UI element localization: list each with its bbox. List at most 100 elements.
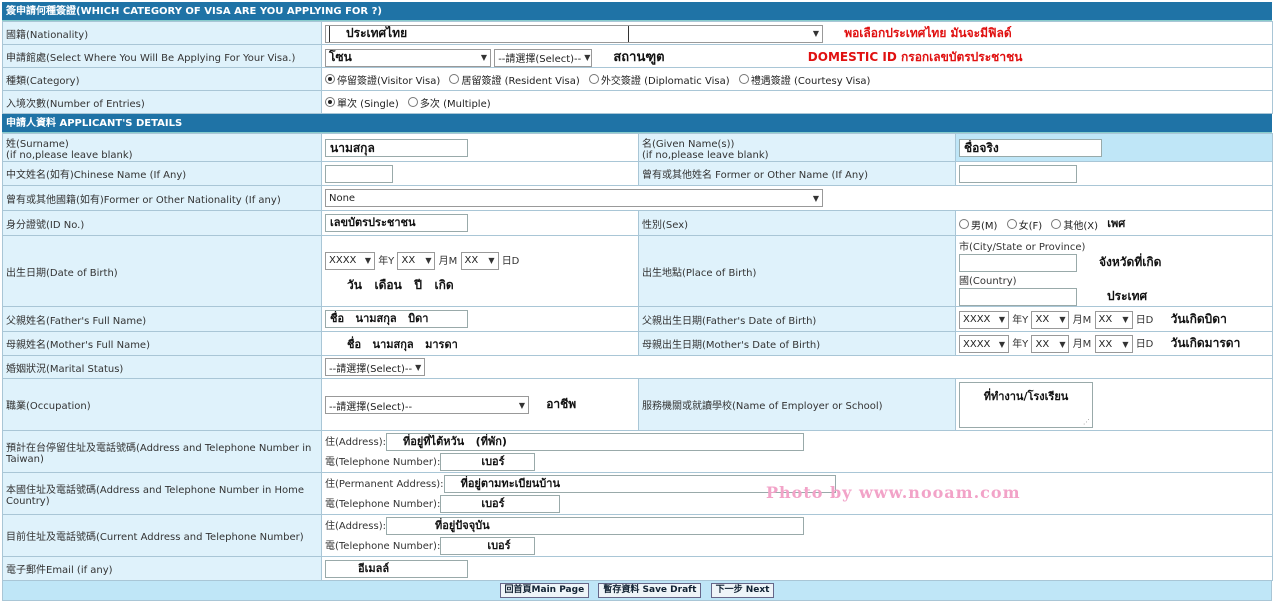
occupation-label: 職業(Occupation) [2, 378, 322, 431]
dob-day-select[interactable]: XX ▼ [460, 251, 499, 270]
surname-input[interactable]: นามสกุล [325, 138, 468, 157]
chevron-down-icon: ▼ [1059, 339, 1066, 349]
nationality-note: พอเลือกประเทศไทย มันจะมีฟิลด์ [844, 25, 1012, 40]
father-name-input[interactable]: ชื่อ นามสกุล บิดา [325, 310, 468, 328]
chinese-name-input[interactable] [325, 164, 393, 183]
email-input[interactable]: อีเมลล์ [325, 559, 468, 578]
entries-label: 入境次數(Number of Entries) [2, 90, 322, 114]
category-label: 種類(Category) [2, 67, 322, 91]
chevron-down-icon: ▼ [1122, 339, 1129, 349]
pob-city-label: 市(City/State or Province) [959, 242, 1086, 253]
current-telephone-input[interactable]: เบอร์ [440, 536, 536, 555]
location-sub-select[interactable]: --請選擇(Select)-- ▼ [494, 48, 593, 67]
pob-city-input[interactable] [959, 254, 1077, 272]
father-dob-year-select[interactable]: XXXX ▼ [959, 310, 1009, 329]
mother-dob-year-select[interactable]: XXXX ▼ [959, 335, 1009, 353]
mother-dob-annotation: วันเกิดมารดา [1170, 336, 1241, 350]
current-addr-label: 目前住址及電話號碼(Current Address and Telephone … [2, 514, 322, 557]
sex-radio-other[interactable] [1051, 219, 1062, 229]
location-annotation: สถานฑูต [613, 49, 665, 65]
mother-name-input[interactable]: ชื่อ นามสกุล มารดา [347, 338, 458, 351]
chevron-down-icon: ▼ [480, 53, 487, 62]
mother-dob-day-select[interactable]: XX ▼ [1094, 335, 1133, 353]
former-nationality-label: 曾有或其他國籍(如有)Former or Other Nationality (… [2, 185, 322, 211]
former-name-input[interactable] [959, 164, 1077, 183]
dob-label: 出生日期(Date of Birth) [2, 235, 322, 307]
chevron-down-icon: ▼ [425, 256, 432, 265]
father-name-label: 父親姓名(Father's Full Name) [2, 306, 322, 332]
chevron-down-icon: ▼ [364, 256, 371, 265]
employer-label: 服務機關或就讀學校(Name of Employer or School) [638, 378, 956, 431]
sex-radio-female[interactable] [1006, 219, 1017, 229]
father-dob-month-select[interactable]: XX ▼ [1031, 310, 1070, 329]
sex-label: 性別(Sex) [638, 210, 956, 236]
occupation-annotation: อาชีพ [546, 397, 577, 411]
father-dob-day-select[interactable]: XX ▼ [1094, 310, 1133, 329]
chevron-down-icon: ▼ [415, 362, 422, 372]
mother-dob-label: 母親出生日期(Mother's Date of Birth) [638, 331, 956, 356]
mother-name-label: 母親姓名(Mother's Full Name) [2, 331, 322, 356]
sex-annotation: เพศ [1107, 217, 1126, 230]
location-label: 申請館處(Select Where You Will Be Applying F… [2, 44, 322, 68]
marital-select[interactable]: --請選擇(Select)-- ▼ [325, 358, 425, 376]
marital-label: 婚姻狀況(Marital Status) [2, 355, 322, 379]
applicant-section-header: 申請人資料 APPLICANT'S DETAILS [2, 114, 1272, 133]
dob-year-select[interactable]: XXXX ▼ [325, 251, 375, 270]
main-page-button[interactable]: 回首頁Main Page [499, 583, 590, 598]
pob-country-label: 國(Country) [959, 276, 1017, 287]
father-dob-annotation: วันเกิดบิดา [1170, 311, 1227, 326]
category-radio-courtesy[interactable] [738, 74, 749, 84]
home-addr-label: 本國住址及電話號碼(Address and Telephone Number i… [2, 472, 322, 515]
sex-radio-male[interactable] [959, 219, 969, 229]
occupation-select[interactable]: --請選擇(Select)-- ▼ [325, 396, 529, 414]
visa-table: 國籍(Nationality) ประเทศไทย ▼ พอเลือกประเท… [2, 21, 1273, 114]
current-address-input[interactable]: ที่อยู่ปัจจุบัน [386, 516, 804, 535]
father-dob-label: 父親出生日期(Father's Date of Birth) [638, 306, 956, 332]
taiwan-address-input[interactable]: ที่อยู่ที่ไต้หวัน (ที่พัก) [386, 432, 804, 451]
chevron-down-icon: ▼ [1122, 315, 1129, 324]
taiwan-telephone-input[interactable]: เบอร์ [440, 452, 536, 471]
resize-grip-icon[interactable]: ⋰ [1083, 418, 1090, 426]
pob-country-annotation: ประเทศ [1107, 289, 1148, 303]
surname-hint: (if no,please leave blank) [6, 149, 133, 161]
category-radio-diplomatic[interactable] [588, 74, 599, 84]
dob-annotation: วัน เดือน ปี เกิด [347, 277, 454, 292]
location-select[interactable]: โซน ▼ [325, 48, 491, 67]
pob-country-input[interactable] [959, 288, 1077, 306]
location-note: DOMESTIC ID กรอกเลขบัตรประชาชน [807, 49, 1023, 64]
visa-section-header: 簽申請何種簽證(WHICH CATEGORY OF VISA ARE YOU A… [2, 2, 1272, 21]
former-name-label: 曾有或其他姓名 Former or Other Name (If Any) [638, 161, 956, 186]
entries-radio-multiple[interactable] [407, 97, 418, 107]
button-bar: 回首頁Main Page 暫存資料 Save Draft 下一步 Next [2, 581, 1272, 601]
employer-textarea[interactable]: ที่ทำงาน/โรงเรียน ⋰ [959, 381, 1093, 428]
given-name-input[interactable]: ชื่อจริง [959, 138, 1102, 157]
chevron-down-icon: ▼ [998, 315, 1005, 324]
mother-dob-month-select[interactable]: XX ▼ [1031, 335, 1070, 353]
pob-label: 出生地點(Place of Birth) [638, 235, 956, 307]
category-radio-visitor[interactable] [325, 74, 335, 84]
pob-city-annotation: จังหวัดที่เกิด [1099, 255, 1162, 269]
former-nationality-select[interactable]: None ▼ [325, 189, 823, 207]
chevron-down-icon: ▼ [488, 256, 495, 265]
email-label: 電子郵件Email (if any) [2, 556, 322, 581]
chinese-name-label: 中文姓名(如有)Chinese Name (If Any) [2, 161, 322, 186]
chevron-down-icon: ▼ [998, 339, 1005, 349]
watermark: Photo by www.nooam.com [766, 483, 1021, 502]
chevron-down-icon: ▼ [812, 193, 819, 203]
id-no-label: 身分證號(ID No.) [2, 210, 322, 236]
given-name-label: 名(Given Name(s)) [642, 138, 735, 150]
save-draft-button[interactable]: 暫存資料 Save Draft [598, 583, 702, 598]
dob-month-select[interactable]: XX ▼ [397, 251, 436, 270]
next-button[interactable]: 下一步 Next [710, 583, 775, 598]
applicant-table: 姓(Surname) (if no,please leave blank) นาม… [2, 133, 1273, 581]
chevron-down-icon: ▼ [584, 53, 591, 62]
id-no-input[interactable]: เลขบัตรประชาชน [325, 214, 468, 232]
home-telephone-input[interactable]: เบอร์ [440, 494, 561, 513]
surname-label: 姓(Surname) [6, 138, 69, 150]
entries-radio-single[interactable] [325, 97, 335, 107]
category-radio-resident[interactable] [449, 74, 460, 84]
nationality-select[interactable]: ประเทศไทย ▼ [325, 24, 823, 43]
chevron-down-icon: ▼ [518, 400, 525, 410]
chevron-down-icon: ▼ [812, 29, 819, 38]
visa-form: 簽申請何種簽證(WHICH CATEGORY OF VISA ARE YOU A… [2, 2, 1273, 601]
